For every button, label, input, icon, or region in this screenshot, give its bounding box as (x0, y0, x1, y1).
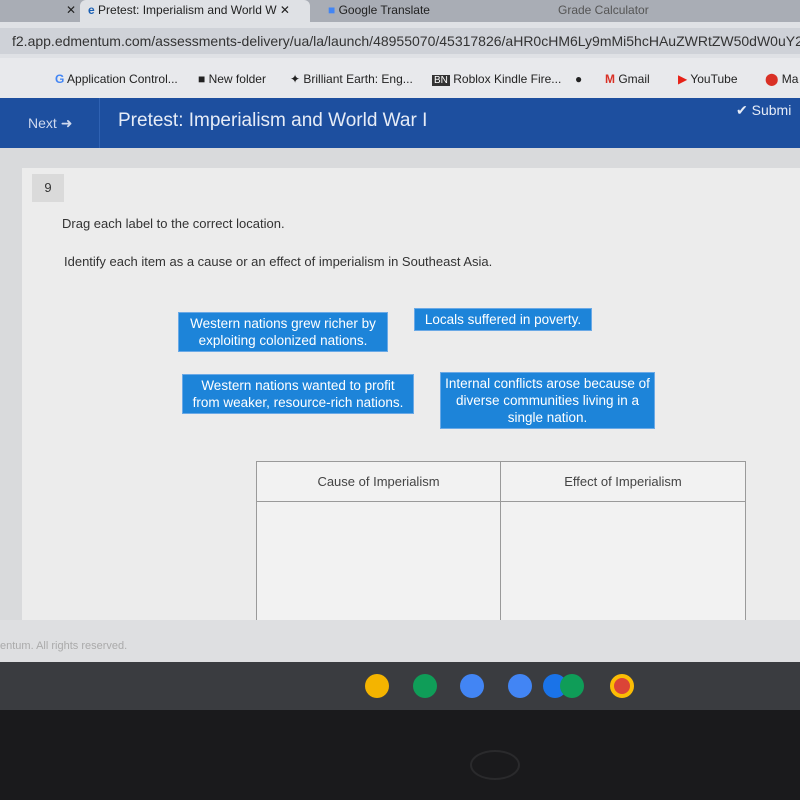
drive-icon[interactable] (460, 674, 484, 698)
submit-button[interactable]: ✔ Submi (736, 102, 791, 119)
sheets-icon[interactable] (413, 674, 437, 698)
bookmark-maps[interactable]: ⬤ Ma (765, 72, 798, 86)
edge-icon: e (88, 3, 95, 17)
bookmark-brilliant-earth[interactable]: ✦ Brilliant Earth: Eng... (290, 72, 413, 86)
chrome-icon[interactable] (610, 674, 634, 698)
tab-grade-calculator[interactable]: Grade Calculator (550, 0, 800, 22)
classroom-icon[interactable] (560, 674, 584, 698)
bookmarks-bar: G Application Control... ■ New folder ✦ … (0, 58, 800, 98)
bookmark-new-folder[interactable]: ■ New folder (198, 72, 266, 86)
drag-label-western-richer[interactable]: Western nations grew richer by exploitin… (178, 312, 388, 352)
check-icon: ✔ (736, 102, 748, 118)
close-tab-icon[interactable]: ✕ (58, 0, 78, 22)
footer: entum. All rights reserved. (0, 620, 800, 662)
bookmark-roblox[interactable]: BN Roblox Kindle Fire... (432, 72, 561, 86)
keep-icon[interactable] (365, 674, 389, 698)
hp-logo (470, 750, 520, 780)
translate-icon: ■ (328, 3, 336, 17)
instruction: Drag each label to the correct location. (62, 216, 285, 231)
column-cause: Cause of Imperialism (257, 462, 501, 502)
prompt: Identify each item as a cause or an effe… (64, 254, 493, 269)
tab-pretest[interactable]: e Pretest: Imperialism and World W ✕ (80, 0, 310, 22)
globe-icon[interactable]: ● (575, 72, 582, 86)
bookmark-application-control[interactable]: G Application Control... (55, 72, 178, 86)
taskbar (0, 662, 800, 710)
tab-bar: ✕ e Pretest: Imperialism and World W ✕ ■… (0, 0, 800, 22)
drag-label-western-profit[interactable]: Western nations wanted to profit from we… (182, 374, 414, 414)
question-number: 9 (32, 174, 64, 202)
close-icon[interactable]: ✕ (280, 3, 290, 17)
tab-google-translate[interactable]: ■ Google Translate (320, 0, 520, 22)
drop-zone-effect[interactable] (501, 502, 745, 622)
next-button[interactable]: Next ➜ (0, 98, 100, 148)
drop-table: Cause of Imperialism Effect of Imperiali… (256, 461, 746, 622)
bookmark-gmail[interactable]: M Gmail (605, 72, 650, 86)
folder-icon: ■ (198, 72, 206, 86)
column-effect: Effect of Imperialism (501, 462, 745, 502)
page-title: Pretest: Imperialism and World War I (118, 110, 428, 131)
bookmark-youtube[interactable]: ▶ YouTube (678, 72, 738, 86)
docs-icon[interactable] (508, 674, 532, 698)
address-bar: f2.app.edmentum.com/assessments-delivery… (0, 22, 800, 58)
url-input[interactable]: f2.app.edmentum.com/assessments-delivery… (0, 28, 800, 54)
drag-label-locals-poverty[interactable]: Locals suffered in poverty. (414, 308, 592, 331)
arrow-right-icon: ➜ (60, 115, 73, 131)
assessment-header: Next ➜ Pretest: Imperialism and World Wa… (0, 98, 800, 148)
drag-label-internal-conflicts[interactable]: Internal conflicts arose because of dive… (440, 372, 655, 429)
drop-zone-cause[interactable] (257, 502, 501, 622)
